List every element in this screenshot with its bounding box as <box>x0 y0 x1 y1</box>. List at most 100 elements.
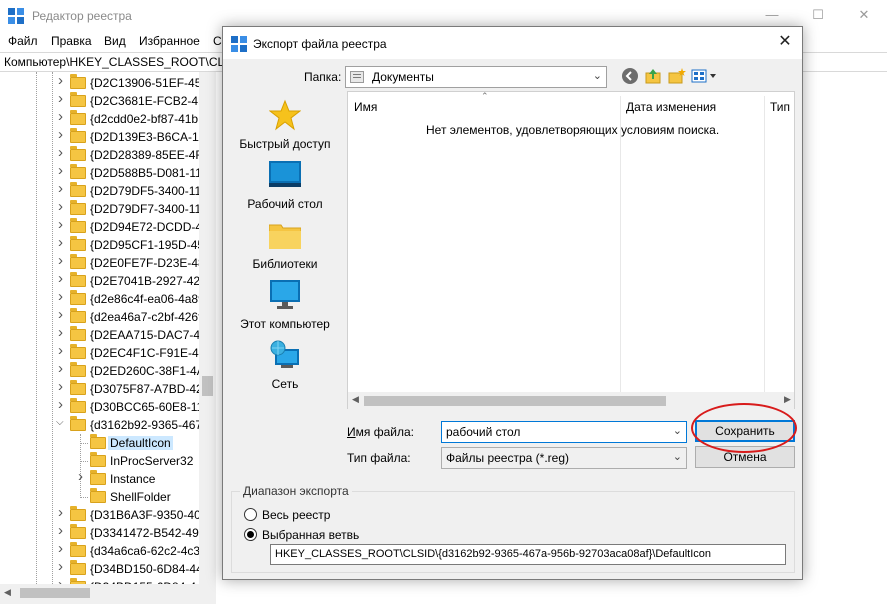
tree-node-label: {D3075F87-A7BD-42 <box>90 382 203 396</box>
radio-selected-branch[interactable] <box>244 528 257 541</box>
tree-node[interactable]: › {D2E7041B-2927-42fl <box>0 270 215 290</box>
tree-node[interactable]: › {D2D95CF1-195D-45 <box>0 234 215 254</box>
place-quick-access[interactable]: Быстрый доступ <box>235 97 335 153</box>
tree-node[interactable]: › {d34a6ca6-62c2-4c34 <box>0 540 215 560</box>
close-button[interactable]: ✕ <box>841 0 887 32</box>
chevron-right-icon[interactable]: › <box>58 540 68 557</box>
branch-path-input[interactable]: HKEY_CLASSES_ROOT\CLSID\{d3162b92-9365-4… <box>270 544 786 565</box>
tree-node[interactable]: ⌵ {d3162b92-9365-467 <box>0 416 215 434</box>
column-divider[interactable] <box>764 96 765 396</box>
chevron-right-icon[interactable]: › <box>58 342 68 359</box>
menu-file[interactable]: Файл <box>8 34 38 48</box>
tree-node[interactable]: › {D2ED260C-38F1-4A <box>0 360 215 380</box>
tree-node[interactable]: › {D2E0FE7F-D23E-48E <box>0 252 215 272</box>
export-registry-dialog: Экспорт файла реестра ✕ Папка: Документы… <box>222 26 803 580</box>
folder-select[interactable]: Документы ⌄ <box>345 66 607 88</box>
folder-icon <box>70 506 86 521</box>
radio-all-registry[interactable] <box>244 508 257 521</box>
menu-favorites[interactable]: Избранное <box>139 34 200 48</box>
radio-all-label[interactable]: Весь реестр <box>262 508 330 522</box>
place-libraries[interactable]: Библиотеки <box>235 217 335 273</box>
chevron-right-icon[interactable]: › <box>58 126 68 143</box>
place-desktop[interactable]: Рабочий стол <box>235 157 335 213</box>
tree-node[interactable]: › {D2D588B5-D081-11I <box>0 162 215 182</box>
scroll-left-icon[interactable]: ◀ <box>352 394 359 405</box>
tree-node[interactable]: › {d2cdd0e2-bf87-41b <box>0 108 215 128</box>
chevron-right-icon[interactable]: › <box>58 198 68 215</box>
tree-node[interactable]: › {D2D94E72-DCDD-42 <box>0 216 215 236</box>
back-icon[interactable] <box>621 67 639 85</box>
up-folder-icon[interactable] <box>644 67 662 85</box>
chevron-right-icon[interactable]: › <box>58 162 68 179</box>
chevron-right-icon[interactable]: › <box>58 558 68 575</box>
menu-edit[interactable]: Правка <box>51 34 92 48</box>
tree-node[interactable]: › {D2D79DF5-3400-11c <box>0 180 215 200</box>
chevron-right-icon[interactable]: › <box>58 324 68 341</box>
tree-node[interactable]: › {d2e86c4f-ea06-4a89 <box>0 288 215 308</box>
chevron-right-icon[interactable]: › <box>58 504 68 521</box>
tree-node[interactable]: ShellFolder <box>0 488 215 506</box>
chevron-right-icon[interactable]: › <box>58 252 68 269</box>
chevron-down-icon[interactable]: ⌵ <box>56 417 66 428</box>
tree-node[interactable]: › {D2D139E3-B6CA-11 <box>0 126 215 146</box>
chevron-right-icon[interactable]: › <box>58 378 68 395</box>
tree-node[interactable]: DefaultIcon <box>0 434 215 452</box>
column-name[interactable]: Имя <box>354 100 377 114</box>
folder-icon <box>70 74 86 89</box>
column-divider[interactable] <box>620 96 621 396</box>
chevron-right-icon[interactable]: › <box>58 90 68 107</box>
scroll-thumb[interactable] <box>20 588 90 598</box>
tree-node[interactable]: › {D31B6A3F-9350-40E <box>0 504 215 524</box>
save-button[interactable]: Сохранить <box>695 420 795 442</box>
filename-input[interactable]: рабочий стол ⌄ <box>441 421 687 443</box>
chevron-right-icon[interactable]: › <box>58 180 68 197</box>
view-menu-icon[interactable] <box>691 67 719 85</box>
chevron-right-icon[interactable]: › <box>58 396 68 413</box>
filetype-select[interactable]: Файлы реестра (*.reg) ⌄ <box>441 447 687 469</box>
menu-help[interactable]: С <box>213 34 222 48</box>
tree-node[interactable]: InProcServer32 <box>0 452 215 470</box>
tree-node[interactable]: › {D2EAA715-DAC7-47 <box>0 324 215 344</box>
cancel-button[interactable]: Отмена <box>695 446 795 468</box>
chevron-right-icon[interactable]: › <box>58 72 68 89</box>
tree-node[interactable]: › {D2D79DF7-3400-11c <box>0 198 215 218</box>
scroll-right-icon[interactable]: ▶ <box>784 394 791 405</box>
tree-node[interactable]: › {D3075F87-A7BD-42 <box>0 378 215 398</box>
chevron-right-icon[interactable]: › <box>58 360 68 377</box>
column-date-modified[interactable]: Дата изменения <box>626 100 716 114</box>
chevron-down-icon[interactable]: ⌄ <box>673 424 682 437</box>
menu-view[interactable]: Вид <box>104 34 126 48</box>
list-horizontal-scrollbar[interactable]: ◀ ▶ <box>348 392 794 409</box>
tree-node[interactable]: › Instance <box>0 468 215 488</box>
tree-node[interactable]: › {D2EC4F1C-F91E-4F5 <box>0 342 215 362</box>
chevron-right-icon[interactable]: › <box>78 468 88 485</box>
chevron-right-icon[interactable]: › <box>58 288 68 305</box>
column-type[interactable]: Тип <box>770 100 790 114</box>
file-list[interactable]: ⌃ Имя Дата изменения Тип Нет элементов, … <box>347 91 795 409</box>
dialog-close-button[interactable]: ✕ <box>768 27 802 59</box>
radio-branch-label[interactable]: Выбранная ветвь <box>262 528 359 542</box>
scroll-thumb[interactable] <box>364 396 666 406</box>
chevron-right-icon[interactable]: › <box>58 216 68 233</box>
chevron-right-icon[interactable]: › <box>58 108 68 125</box>
tree-node[interactable]: › {D30BCC65-60E8-11I <box>0 396 215 416</box>
tree-horizontal-scrollbar[interactable]: ◀ <box>0 584 216 604</box>
tree-node[interactable]: › {d2ea46a7-c2bf-426t <box>0 306 215 326</box>
tree-vertical-scrollbar[interactable] <box>199 72 216 584</box>
chevron-right-icon[interactable]: › <box>58 234 68 251</box>
tree-node[interactable]: › {D2C3681E-FCB2-4D <box>0 90 215 110</box>
registry-tree[interactable]: › {D2C13906-51EF-454 › {D2C3681E-FCB2-4D › {d… <box>0 72 216 604</box>
tree-node[interactable]: › {D3341472-B542-498 <box>0 522 215 542</box>
chevron-right-icon[interactable]: › <box>58 270 68 287</box>
scroll-thumb[interactable] <box>202 376 213 396</box>
tree-node[interactable]: › {D2C13906-51EF-454 <box>0 72 215 92</box>
chevron-right-icon[interactable]: › <box>58 144 68 161</box>
tree-node[interactable]: › {D34BD150-6D84-44 <box>0 558 215 578</box>
tree-node[interactable]: › {D2D28389-85EE-4F9 <box>0 144 215 164</box>
chevron-right-icon[interactable]: › <box>58 522 68 539</box>
chevron-right-icon[interactable]: › <box>58 306 68 323</box>
place-this-pc[interactable]: Этот компьютер <box>235 277 335 333</box>
place-network[interactable]: Сеть <box>235 337 335 393</box>
new-folder-icon[interactable] <box>668 67 686 85</box>
scroll-left-icon[interactable]: ◀ <box>4 587 11 598</box>
